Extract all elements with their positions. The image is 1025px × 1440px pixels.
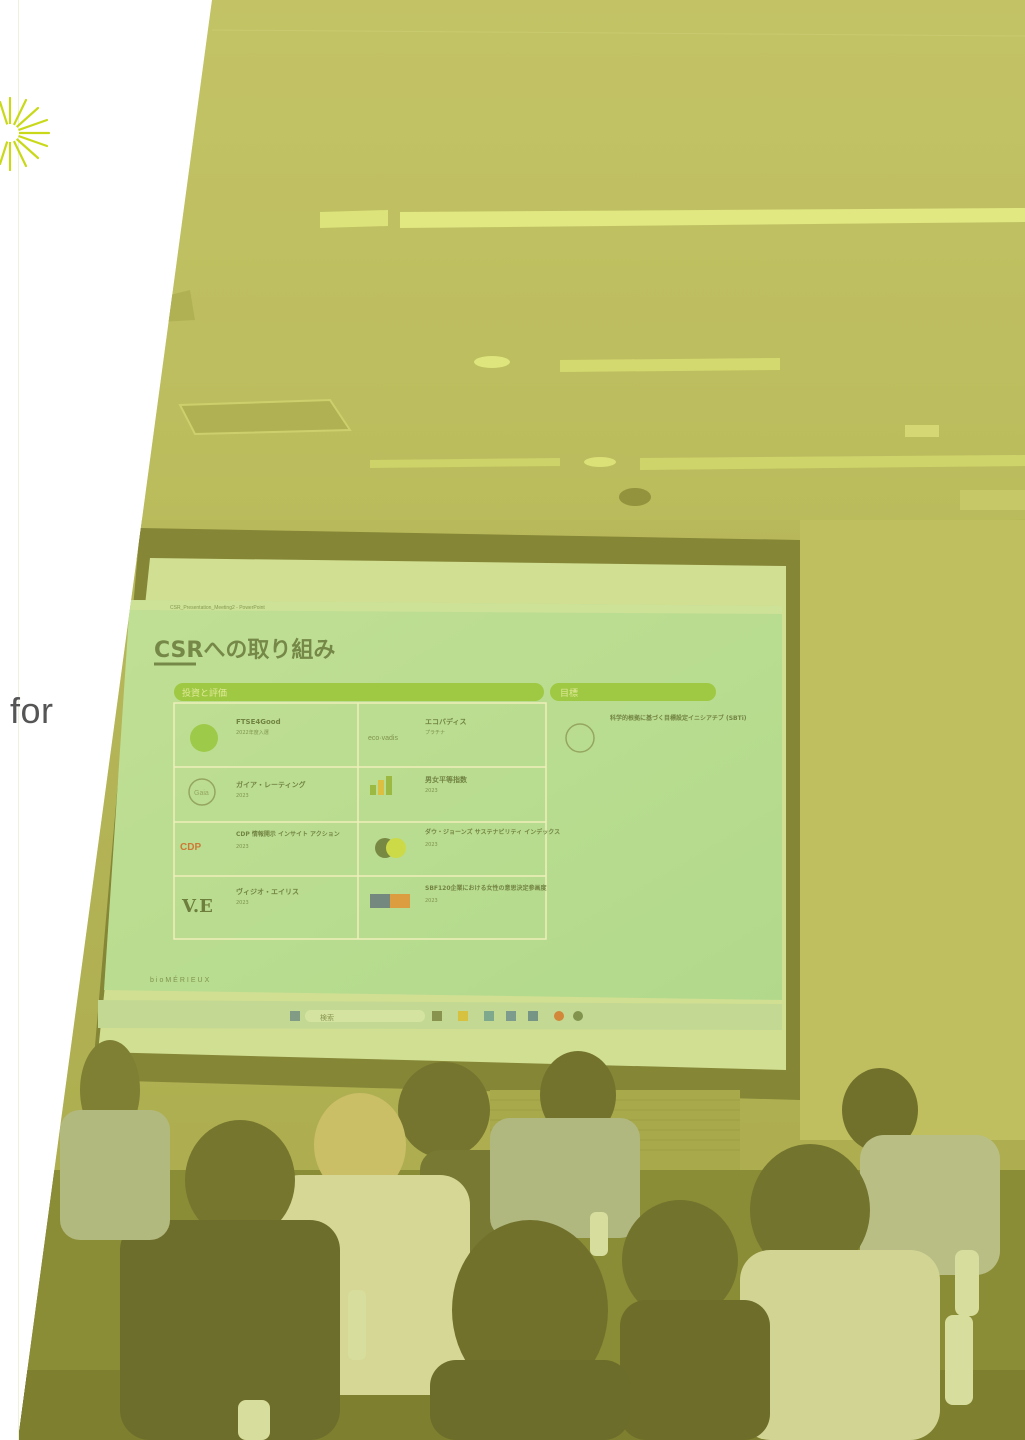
color-overlay (18, 0, 1025, 1440)
starburst-icon (0, 96, 51, 172)
side-text: for (10, 690, 54, 731)
conference-photo: CSR_Presentation_Meeting2 - PowerPoint C… (18, 0, 1025, 1440)
